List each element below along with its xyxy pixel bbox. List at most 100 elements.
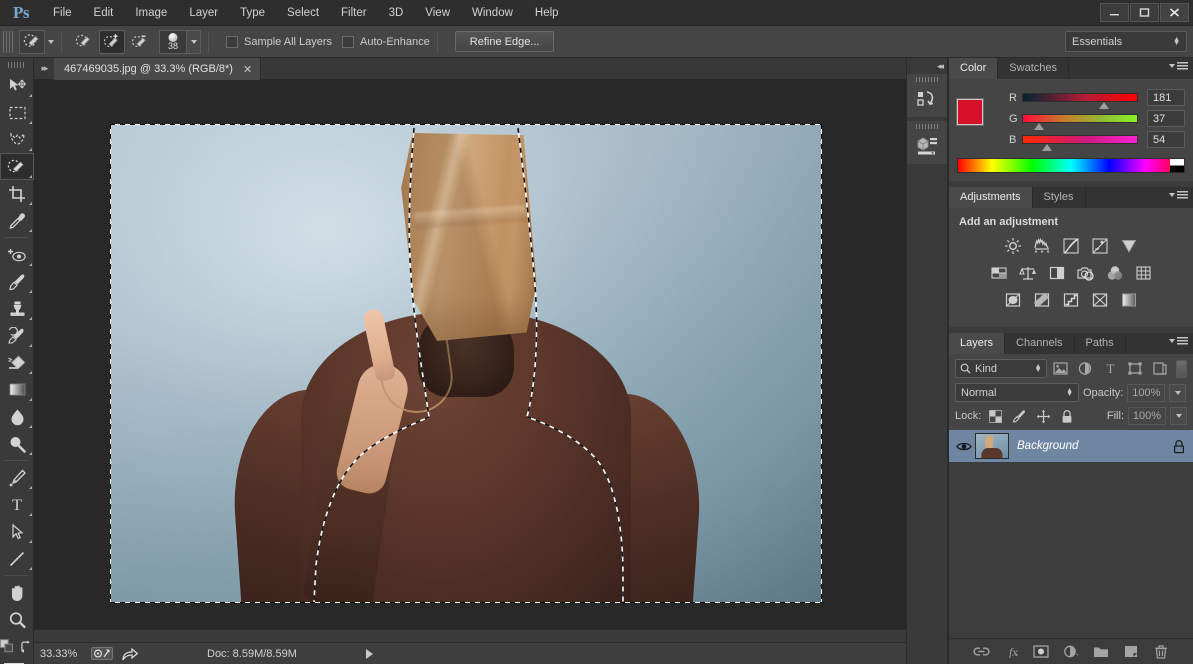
tab-paths[interactable]: Paths — [1075, 333, 1126, 354]
add-to-selection-mode-button[interactable] — [99, 29, 125, 54]
share-icon[interactable] — [122, 646, 138, 662]
fill-chevron-down-icon[interactable] — [1170, 407, 1187, 425]
sample-all-layers-checkbox[interactable] — [226, 35, 238, 48]
color-panel-menu-icon[interactable] — [1169, 62, 1188, 70]
menu-select[interactable]: Select — [276, 0, 330, 26]
tab-layers[interactable]: Layers — [949, 333, 1006, 354]
zoom-tool[interactable] — [0, 606, 34, 633]
quick-selection-tool[interactable] — [0, 153, 34, 180]
vibrance-icon[interactable] — [1119, 236, 1139, 256]
opacity-chevron-down-icon[interactable] — [1169, 383, 1187, 402]
selective-color-icon[interactable] — [1090, 290, 1110, 310]
blend-mode-chevron-icon[interactable]: ▲ ▼ — [1066, 387, 1073, 398]
green-slider-track[interactable] — [1022, 114, 1138, 130]
adjustment-filter-icon[interactable] — [1074, 359, 1096, 378]
document-image[interactable] — [111, 125, 821, 602]
color-balance-icon[interactable] — [1018, 263, 1038, 283]
status-expand-arrow-icon[interactable] — [365, 648, 373, 659]
swap-colors-icon[interactable] — [20, 640, 33, 653]
color-panel-swatches[interactable] — [956, 97, 1001, 139]
pixel-filter-icon[interactable] — [1050, 359, 1072, 378]
color-spectrum-ramp[interactable] — [957, 158, 1185, 173]
tab-channels[interactable]: Channels — [1005, 333, 1075, 354]
link-layers-icon[interactable] — [972, 643, 990, 660]
tools-panel-grip[interactable] — [0, 58, 33, 72]
layer-mask-icon[interactable] — [1033, 643, 1050, 660]
document-tab-close-icon[interactable]: ✕ — [243, 63, 252, 76]
color-panel-foreground-swatch[interactable] — [956, 97, 984, 126]
exposure-icon[interactable] — [1090, 236, 1110, 256]
hue-saturation-icon[interactable] — [989, 263, 1009, 283]
brightness-contrast-icon[interactable] — [1003, 236, 1023, 256]
horizontal-type-tool[interactable]: T — [0, 491, 34, 518]
workspace-switcher[interactable]: Essentials ▲ ▼ — [1065, 31, 1187, 52]
layers-panel-menu-icon[interactable] — [1169, 337, 1188, 345]
gradient-map-icon[interactable] — [1119, 290, 1139, 310]
canvas-area[interactable] — [34, 80, 906, 642]
lock-all-icon[interactable] — [1057, 407, 1077, 425]
color-lookup-icon[interactable] — [1134, 263, 1154, 283]
tab-adjustments[interactable]: Adjustments — [949, 187, 1033, 208]
red-slider-track[interactable] — [1022, 93, 1138, 109]
default-colors-icon[interactable] — [0, 639, 14, 653]
properties-3d-panel-icon[interactable] — [907, 132, 947, 160]
menu-filter[interactable]: Filter — [330, 0, 378, 26]
posterize-icon[interactable] — [1032, 290, 1052, 310]
path-selection-tool[interactable] — [0, 518, 34, 545]
clone-stamp-tool[interactable] — [0, 295, 34, 322]
minimize-button[interactable] — [1100, 2, 1129, 22]
delete-layer-icon[interactable] — [1153, 643, 1170, 660]
history-panel-icon[interactable] — [907, 85, 947, 113]
sample-all-layers-option[interactable]: Sample All Layers — [226, 35, 332, 48]
new-layer-icon[interactable] — [1123, 643, 1140, 660]
layer-filter-kind-select[interactable]: Kind ▲ ▼ — [955, 359, 1047, 378]
eraser-tool[interactable] — [0, 349, 34, 376]
dock-collapse-icon[interactable]: ◂◂ — [907, 58, 947, 74]
layer-name[interactable]: Background — [1017, 440, 1173, 452]
fill-field[interactable]: 100% — [1128, 407, 1166, 425]
lasso-tool[interactable] — [0, 126, 34, 153]
red-slider-thumb[interactable] — [1098, 102, 1109, 109]
crop-tool[interactable] — [0, 180, 34, 207]
menu-view[interactable]: View — [414, 0, 461, 26]
properties-panel-grip[interactable] — [907, 121, 947, 132]
auto-enhance-checkbox[interactable] — [342, 35, 355, 48]
brush-chevron-down-icon[interactable] — [186, 30, 200, 53]
new-fill-adjustment-icon[interactable] — [1063, 643, 1080, 660]
dodge-tool[interactable] — [0, 430, 34, 457]
levels-icon[interactable] — [1032, 236, 1052, 256]
pen-tool[interactable] — [0, 464, 34, 491]
curves-icon[interactable] — [1061, 236, 1081, 256]
brush-size-picker[interactable]: 38 — [159, 29, 201, 54]
adjustments-panel-menu-icon[interactable] — [1169, 191, 1188, 199]
hand-tool[interactable] — [0, 579, 34, 606]
tab-styles[interactable]: Styles — [1033, 187, 1086, 208]
zoom-level[interactable]: 33.33% — [40, 648, 82, 660]
menu-type[interactable]: Type — [229, 0, 276, 26]
line-tool[interactable] — [0, 545, 34, 572]
history-brush-tool[interactable] — [0, 322, 34, 349]
black-white-icon[interactable] — [1047, 263, 1067, 283]
auto-enhance-option[interactable]: Auto-Enhance — [342, 35, 430, 48]
spot-healing-brush-tool[interactable] — [0, 241, 34, 268]
layer-style-icon[interactable]: fx — [1003, 643, 1020, 660]
blue-value-field[interactable]: 54 — [1147, 131, 1185, 148]
green-slider-thumb[interactable] — [1033, 123, 1044, 130]
red-value-field[interactable]: 181 — [1147, 89, 1185, 106]
threshold-icon[interactable] — [1061, 290, 1081, 310]
tab-swatches[interactable]: Swatches — [998, 58, 1069, 79]
rectangular-marquee-tool[interactable] — [0, 99, 34, 126]
refine-edge-button[interactable]: Refine Edge... — [454, 31, 555, 52]
menu-image[interactable]: Image — [124, 0, 178, 26]
blue-slider-thumb[interactable] — [1041, 144, 1052, 151]
menu-3d[interactable]: 3D — [378, 0, 415, 26]
photo-filter-icon[interactable] — [1076, 263, 1096, 283]
document-tab[interactable]: 467469035.jpg @ 33.3% (RGB/8*) ✕ — [54, 58, 262, 80]
layer-filter-toggle[interactable] — [1176, 359, 1187, 378]
preview-icon[interactable] — [91, 646, 113, 662]
layer-thumbnail[interactable] — [975, 433, 1009, 459]
tool-preset-chevron-down-icon[interactable] — [48, 39, 54, 44]
type-filter-icon[interactable]: T — [1099, 359, 1121, 378]
menu-file[interactable]: File — [42, 0, 83, 26]
shape-filter-icon[interactable] — [1124, 359, 1146, 378]
